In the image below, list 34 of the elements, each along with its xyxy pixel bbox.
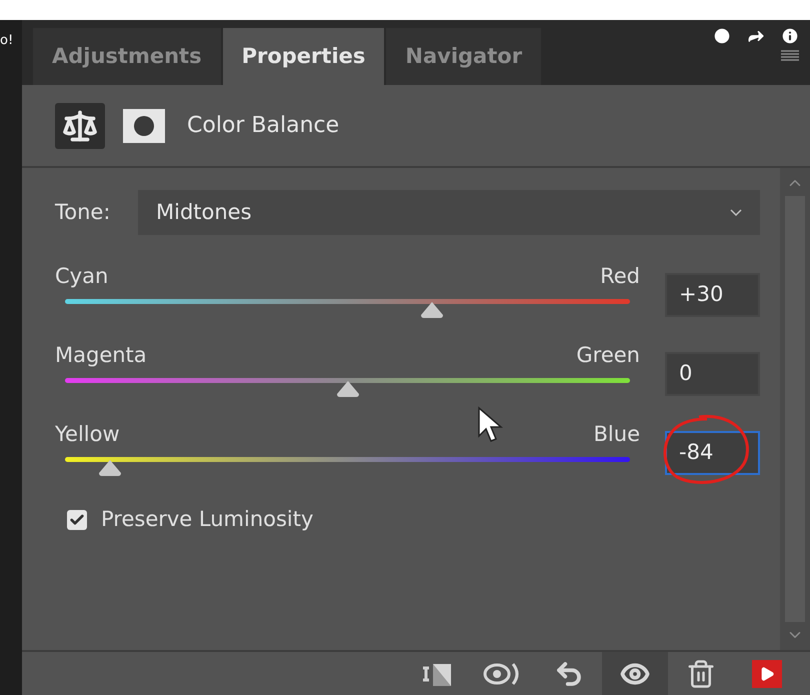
slider-right-label: Blue bbox=[594, 421, 640, 448]
edge-text: o! bbox=[0, 34, 14, 47]
tone-label: Tone: bbox=[55, 198, 112, 226]
panel-tab[interactable]: Navigator bbox=[386, 28, 542, 85]
scrollbar[interactable] bbox=[780, 168, 810, 650]
panel-tab[interactable]: Adjustments bbox=[33, 28, 221, 85]
chevron-down-icon bbox=[730, 209, 742, 216]
mouse-cursor-icon bbox=[477, 406, 503, 444]
slider-left-label: Yellow bbox=[55, 421, 120, 448]
panel-title: Color Balance bbox=[187, 112, 340, 140]
value-field[interactable]: -84 bbox=[665, 431, 760, 475]
slider-track[interactable] bbox=[65, 457, 630, 462]
menu-icon[interactable] bbox=[781, 50, 799, 62]
tone-dropdown[interactable]: Midtones bbox=[138, 190, 760, 235]
play-icon bbox=[752, 660, 782, 688]
slider-right-label: Red bbox=[600, 263, 640, 290]
slider-left-label: Cyan bbox=[55, 263, 108, 290]
balance-icon bbox=[55, 102, 105, 148]
checkbox-label: Preserve Luminosity bbox=[101, 506, 314, 533]
panel-tab[interactable]: Properties bbox=[222, 28, 384, 85]
mask-icon bbox=[123, 108, 165, 142]
slider-thumb[interactable] bbox=[419, 301, 446, 319]
slider-thumb[interactable] bbox=[97, 459, 124, 477]
slider-right-label: Green bbox=[576, 342, 640, 370]
checkbox[interactable] bbox=[67, 510, 87, 530]
slider-track[interactable] bbox=[65, 378, 630, 383]
trash-icon bbox=[686, 658, 716, 688]
value-field[interactable]: +30 bbox=[665, 273, 760, 317]
info-icon[interactable] bbox=[780, 26, 800, 46]
toolbar-button[interactable] bbox=[602, 652, 668, 695]
slider-thumb[interactable] bbox=[334, 380, 360, 398]
value-field[interactable]: 0 bbox=[665, 352, 760, 396]
slider-left-label: Magenta bbox=[55, 342, 147, 370]
slider-track[interactable] bbox=[65, 299, 630, 304]
